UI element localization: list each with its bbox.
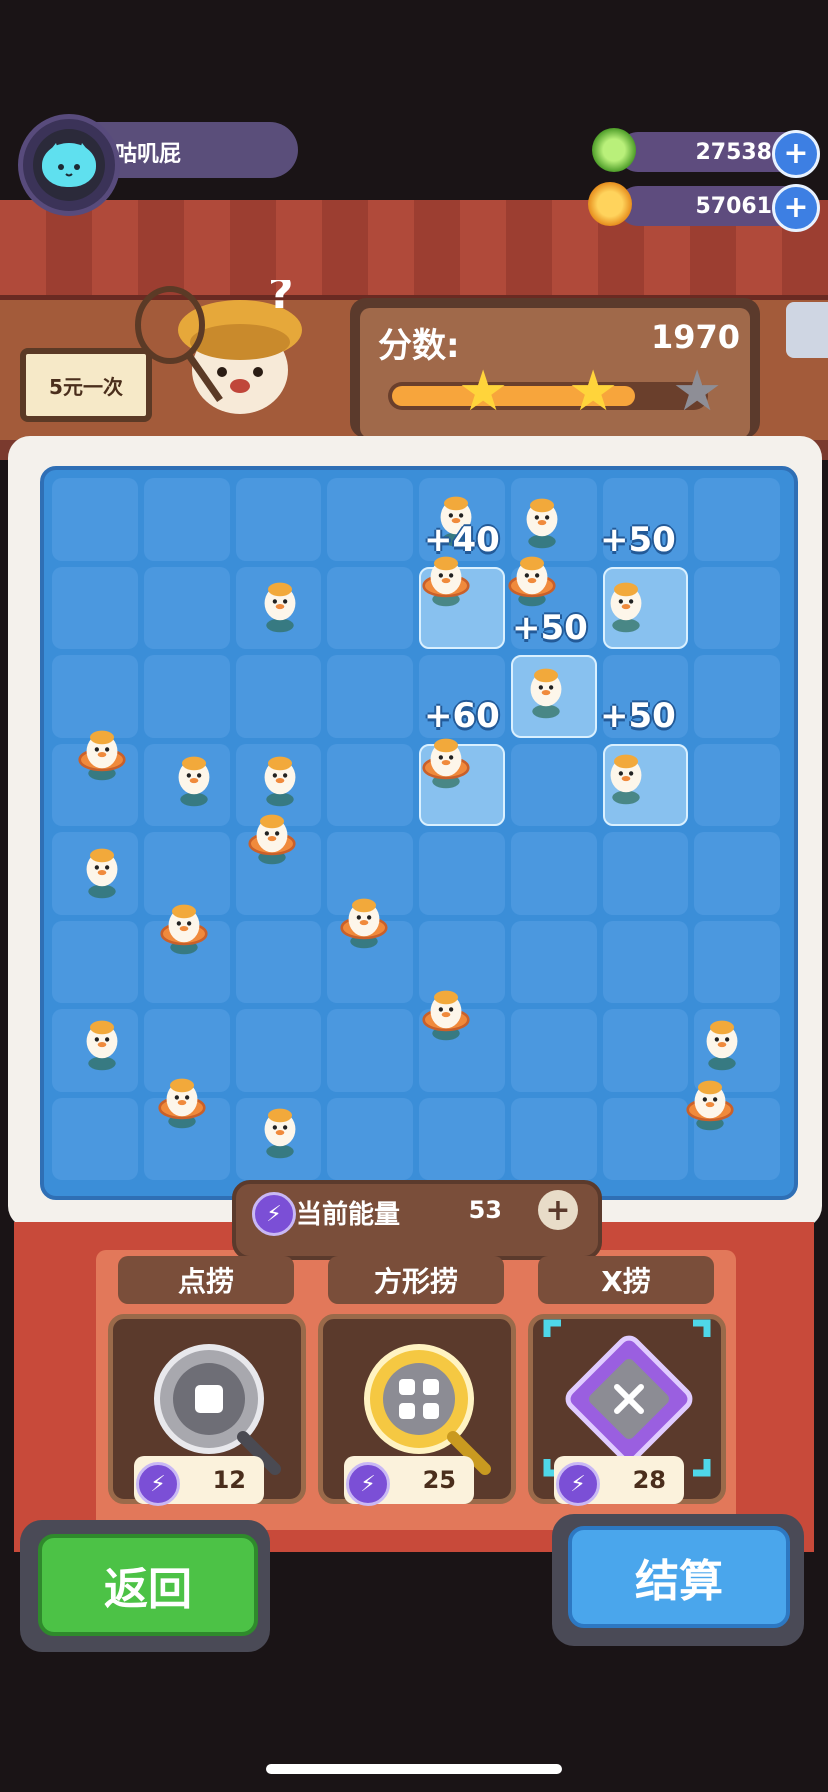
add-green-currency-button[interactable]: + <box>772 130 820 178</box>
board-cell[interactable] <box>143 832 230 915</box>
tool-dot-net[interactable]: 点捞 12 ⚡ <box>108 1256 306 1526</box>
board-cell[interactable] <box>419 920 505 1003</box>
player-avatar[interactable] <box>18 114 120 216</box>
tool-name: 方形捞 <box>328 1256 504 1304</box>
board-cell[interactable] <box>143 478 230 561</box>
board-cell[interactable] <box>419 743 505 826</box>
player-name: 咕叽屁 <box>115 142 182 167</box>
board-cell[interactable] <box>52 478 138 561</box>
board-cell[interactable] <box>52 655 138 738</box>
board-cell[interactable] <box>419 566 505 649</box>
otter-fisher-character: ? <box>135 280 302 414</box>
board-cell[interactable] <box>602 1009 689 1092</box>
tool-name: 点捞 <box>118 1256 294 1304</box>
board-cell[interactable] <box>694 743 780 826</box>
energy-value: 53 <box>468 1196 502 1224</box>
currency-gold-value: 57061 <box>695 194 772 219</box>
energy-bolt-icon: ⚡ <box>136 1462 180 1506</box>
board-cell[interactable] <box>694 655 780 738</box>
board-cell[interactable] <box>52 743 138 826</box>
board-cell[interactable] <box>602 566 689 649</box>
board-cell[interactable] <box>419 1009 505 1092</box>
board-cell[interactable] <box>52 920 138 1003</box>
board-cell[interactable] <box>510 1009 597 1092</box>
board-cell[interactable] <box>235 1009 322 1092</box>
energy-bolt-icon: ⚡ <box>346 1462 390 1506</box>
board-cell[interactable] <box>327 566 413 649</box>
tool-x-net[interactable]: X捞 28 ⚡ <box>528 1256 726 1526</box>
board-cell[interactable] <box>602 1097 689 1180</box>
board-grid[interactable] <box>52 478 780 1180</box>
side-tool-icon[interactable] <box>786 302 828 358</box>
currency-green-value: 27538 <box>695 140 772 165</box>
tool-square-net[interactable]: 方形捞 25 ⚡ <box>318 1256 516 1526</box>
board-cell[interactable] <box>694 1097 780 1180</box>
svg-text:?: ? <box>268 280 294 319</box>
board-cell[interactable] <box>602 743 689 826</box>
board-cell[interactable] <box>235 566 322 649</box>
add-energy-button[interactable]: + <box>538 1190 578 1230</box>
board-cell[interactable] <box>143 1097 230 1180</box>
cat-face-icon <box>42 143 96 187</box>
tool-name: X捞 <box>538 1256 714 1304</box>
board-cell[interactable] <box>602 920 689 1003</box>
bonus-label: +60 <box>424 696 500 736</box>
board-cell[interactable] <box>419 832 505 915</box>
board-cell[interactable] <box>510 832 597 915</box>
board-cell[interactable] <box>52 1097 138 1180</box>
settle-button[interactable]: 结算 <box>568 1526 790 1628</box>
board-cell[interactable] <box>327 920 413 1003</box>
board-cell[interactable] <box>52 566 138 649</box>
score-value: 1970 <box>650 318 740 356</box>
board-cell[interactable] <box>327 832 413 915</box>
star-icon: ★ <box>568 359 619 424</box>
star-icon: ★ <box>458 359 509 424</box>
board-cell[interactable] <box>327 1097 413 1180</box>
board-cell[interactable] <box>419 1097 505 1180</box>
board-cell[interactable] <box>235 920 322 1003</box>
board-cell[interactable] <box>694 478 780 561</box>
board-cell[interactable] <box>510 655 597 738</box>
board-cell[interactable] <box>143 920 230 1003</box>
board-cell[interactable] <box>52 832 138 915</box>
energy-bolt-icon: ⚡ <box>252 1192 296 1236</box>
board-cell[interactable] <box>143 1009 230 1092</box>
board-cell[interactable] <box>327 743 413 826</box>
bonus-label: +50 <box>600 520 676 560</box>
board-cell[interactable] <box>235 1097 322 1180</box>
energy-label: 当前能量 <box>296 1200 401 1230</box>
add-gold-currency-button[interactable]: + <box>772 184 820 232</box>
board-cell[interactable] <box>143 566 230 649</box>
board-cell[interactable] <box>694 566 780 649</box>
board-cell[interactable] <box>143 655 230 738</box>
energy-bolt-icon: ⚡ <box>556 1462 600 1506</box>
board-cell[interactable] <box>602 832 689 915</box>
board-cell[interactable] <box>143 743 230 826</box>
bonus-label: +50 <box>512 608 588 648</box>
board-cell[interactable] <box>510 920 597 1003</box>
board-cell[interactable] <box>694 1009 780 1092</box>
board-cell[interactable] <box>235 655 322 738</box>
home-indicator[interactable] <box>266 1764 562 1774</box>
score-label: 分数: <box>378 326 460 366</box>
board-cell[interactable] <box>510 478 597 561</box>
bonus-label: +50 <box>600 696 676 736</box>
board-cell[interactable] <box>327 478 413 561</box>
star-empty-icon: ★ <box>672 359 723 424</box>
board-cell[interactable] <box>52 1009 138 1092</box>
board-cell[interactable] <box>510 1097 597 1180</box>
board-cell[interactable] <box>235 743 322 826</box>
board-cell[interactable] <box>235 478 322 561</box>
board-cell[interactable] <box>327 1009 413 1092</box>
bonus-label: +40 <box>424 520 500 560</box>
board-cell[interactable] <box>235 832 322 915</box>
board-cell[interactable] <box>327 655 413 738</box>
board-cell[interactable] <box>694 832 780 915</box>
back-button[interactable]: 返回 <box>38 1534 258 1636</box>
board-cell[interactable] <box>694 920 780 1003</box>
board-cell[interactable] <box>510 743 597 826</box>
